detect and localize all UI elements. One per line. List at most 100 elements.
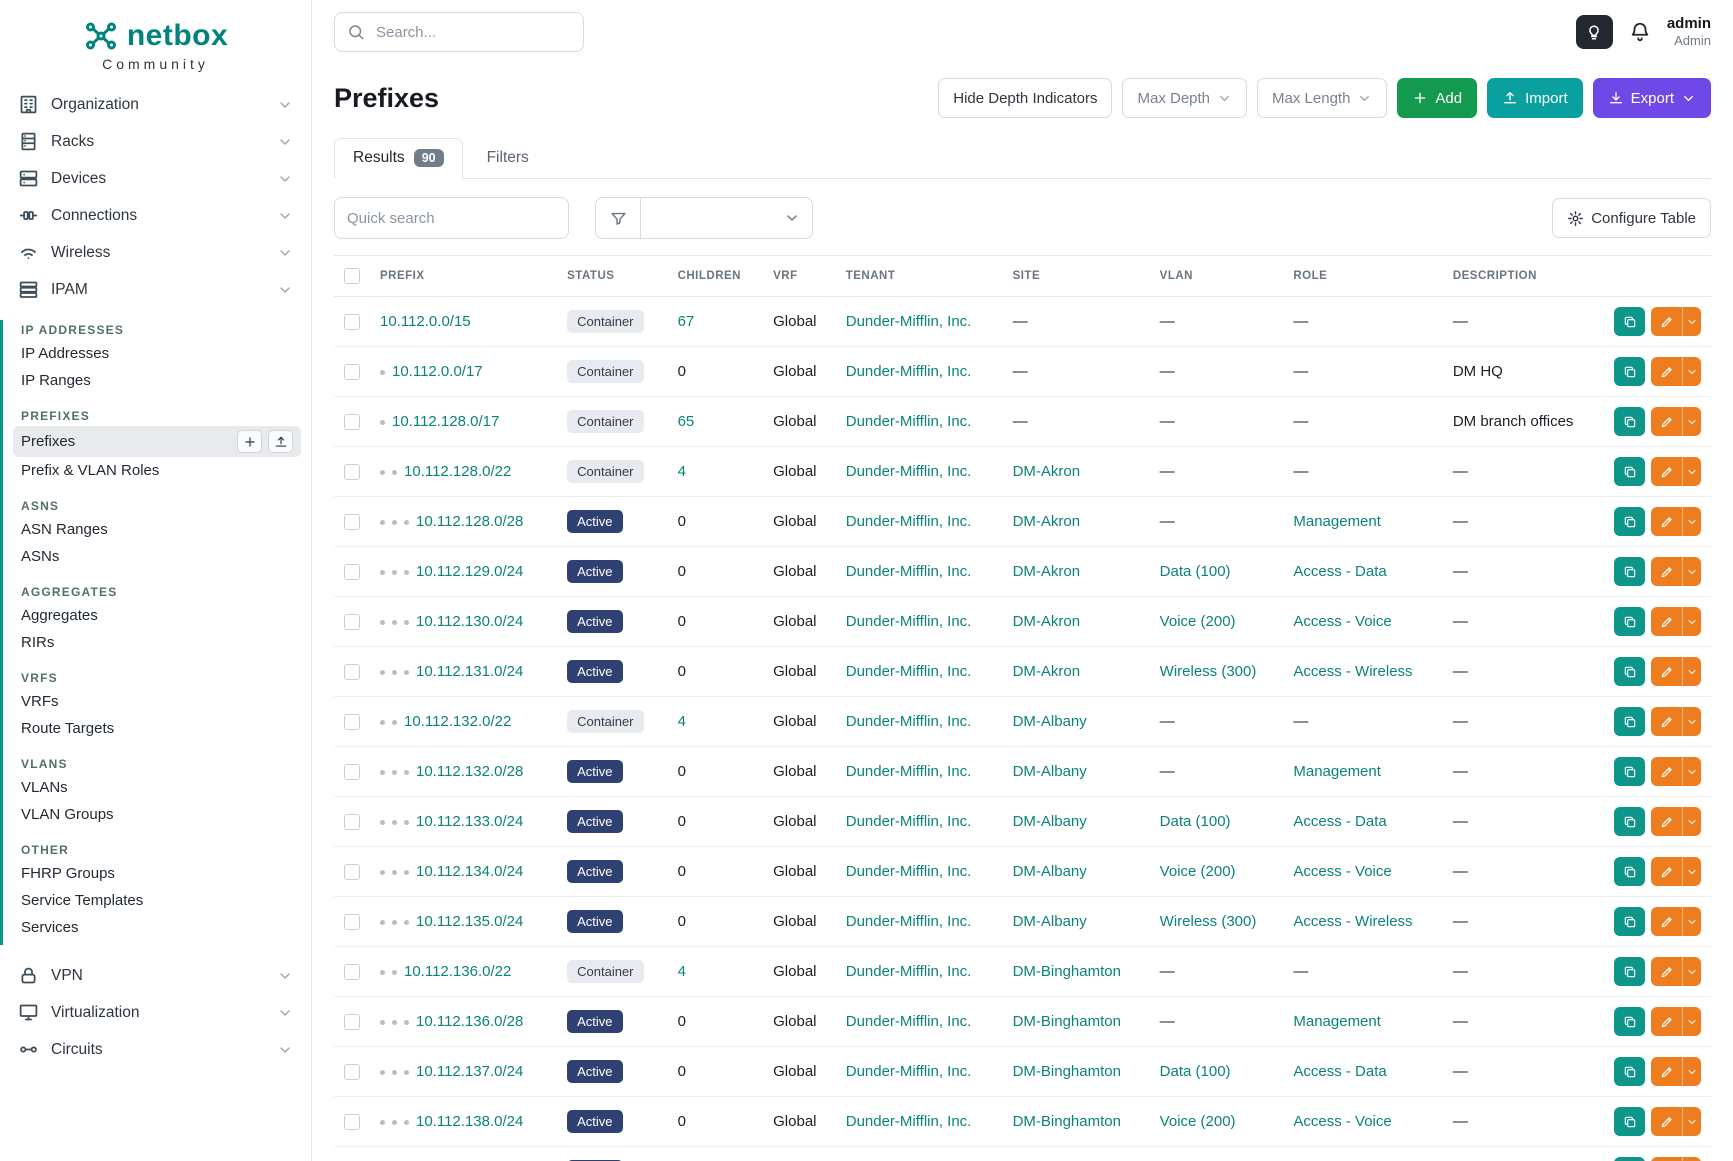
hide-depth-indicators-button[interactable]: Hide Depth Indicators: [938, 78, 1112, 118]
tenant-link[interactable]: Dunder-Mifflin, Inc.: [846, 863, 972, 880]
row-checkbox[interactable]: [344, 364, 360, 380]
edit-button[interactable]: [1651, 1007, 1682, 1036]
tenant-link[interactable]: Dunder-Mifflin, Inc.: [846, 563, 972, 580]
row-checkbox[interactable]: [344, 314, 360, 330]
role-link[interactable]: Access - Data: [1293, 563, 1386, 580]
vlan-link[interactable]: Data (100): [1160, 813, 1231, 830]
sidebar-item-vlan-groups[interactable]: VLAN Groups: [3, 801, 311, 828]
children-count[interactable]: 4: [678, 463, 686, 480]
sidebar-item-ipam[interactable]: IPAM: [0, 271, 311, 308]
row-checkbox[interactable]: [344, 964, 360, 980]
tab-filters[interactable]: Filters: [469, 138, 547, 178]
edit-button[interactable]: [1651, 857, 1682, 886]
copy-button[interactable]: [1614, 507, 1645, 536]
edit-dropdown-button[interactable]: [1682, 407, 1701, 436]
sidebar-item-racks[interactable]: Racks: [0, 123, 311, 160]
import-prefixes-button[interactable]: [268, 430, 293, 453]
select-all-checkbox[interactable]: [344, 268, 360, 284]
search-input[interactable]: [374, 23, 577, 42]
prefix-link[interactable]: 10.112.138.0/24: [416, 1113, 523, 1130]
column-header-description[interactable]: DESCRIPTION: [1443, 256, 1604, 297]
tenant-link[interactable]: Dunder-Mifflin, Inc.: [846, 913, 972, 930]
edit-dropdown-button[interactable]: [1682, 1107, 1701, 1136]
row-checkbox[interactable]: [344, 864, 360, 880]
sidebar-item-route-targets[interactable]: Route Targets: [3, 715, 311, 742]
edit-dropdown-button[interactable]: [1682, 1157, 1701, 1161]
row-checkbox[interactable]: [344, 1014, 360, 1030]
edit-button[interactable]: [1651, 307, 1682, 336]
edit-dropdown-button[interactable]: [1682, 757, 1701, 786]
filter-button[interactable]: [595, 197, 641, 239]
site-link[interactable]: DM-Albany: [1013, 763, 1087, 780]
row-checkbox[interactable]: [344, 664, 360, 680]
copy-button[interactable]: [1614, 857, 1645, 886]
column-header-vlan[interactable]: VLAN: [1150, 256, 1284, 297]
sidebar-item-wireless[interactable]: Wireless: [0, 234, 311, 271]
row-checkbox[interactable]: [344, 814, 360, 830]
sidebar-item-vpn[interactable]: VPN: [0, 957, 311, 994]
copy-button[interactable]: [1614, 557, 1645, 586]
prefix-link[interactable]: 10.112.133.0/24: [416, 813, 523, 830]
edit-dropdown-button[interactable]: [1682, 1057, 1701, 1086]
edit-dropdown-button[interactable]: [1682, 457, 1701, 486]
edit-button[interactable]: [1651, 1107, 1682, 1136]
tenant-link[interactable]: Dunder-Mifflin, Inc.: [846, 813, 972, 830]
vlan-link[interactable]: Data (100): [1160, 563, 1231, 580]
sidebar-item-connections[interactable]: Connections: [0, 197, 311, 234]
row-checkbox[interactable]: [344, 414, 360, 430]
tenant-link[interactable]: Dunder-Mifflin, Inc.: [846, 1063, 972, 1080]
site-link[interactable]: DM-Akron: [1013, 563, 1081, 580]
site-link[interactable]: DM-Akron: [1013, 613, 1081, 630]
copy-button[interactable]: [1614, 607, 1645, 636]
site-link[interactable]: DM-Albany: [1013, 863, 1087, 880]
edit-button[interactable]: [1651, 957, 1682, 986]
theme-toggle-button[interactable]: [1576, 15, 1613, 49]
edit-button[interactable]: [1651, 757, 1682, 786]
tenant-link[interactable]: Dunder-Mifflin, Inc.: [846, 313, 972, 330]
role-link[interactable]: Management: [1293, 1013, 1381, 1030]
site-link[interactable]: DM-Binghamton: [1013, 1063, 1121, 1080]
add-button[interactable]: Add: [1397, 78, 1477, 118]
edit-button[interactable]: [1651, 607, 1682, 636]
column-header-tenant[interactable]: TENANT: [836, 256, 1003, 297]
tenant-link[interactable]: Dunder-Mifflin, Inc.: [846, 963, 972, 980]
role-link[interactable]: Access - Voice: [1293, 1113, 1391, 1130]
edit-dropdown-button[interactable]: [1682, 557, 1701, 586]
copy-button[interactable]: [1614, 657, 1645, 686]
role-link[interactable]: Access - Data: [1293, 1063, 1386, 1080]
role-link[interactable]: Access - Voice: [1293, 613, 1391, 630]
children-count[interactable]: 4: [678, 713, 686, 730]
edit-dropdown-button[interactable]: [1682, 707, 1701, 736]
edit-button[interactable]: [1651, 1057, 1682, 1086]
role-link[interactable]: Access - Voice: [1293, 863, 1391, 880]
max-depth-dropdown[interactable]: Max Depth: [1122, 78, 1247, 118]
edit-dropdown-button[interactable]: [1682, 1007, 1701, 1036]
edit-dropdown-button[interactable]: [1682, 807, 1701, 836]
copy-button[interactable]: [1614, 1107, 1645, 1136]
prefix-link[interactable]: 10.112.132.0/28: [416, 763, 523, 780]
site-link[interactable]: DM-Akron: [1013, 513, 1081, 530]
site-link[interactable]: DM-Binghamton: [1013, 1113, 1121, 1130]
column-header-site[interactable]: SITE: [1003, 256, 1150, 297]
row-checkbox[interactable]: [344, 914, 360, 930]
row-checkbox[interactable]: [344, 464, 360, 480]
edit-button[interactable]: [1651, 1157, 1682, 1161]
sidebar-item-ip-ranges[interactable]: IP Ranges: [3, 367, 311, 394]
tenant-link[interactable]: Dunder-Mifflin, Inc.: [846, 763, 972, 780]
sidebar-item-vlans[interactable]: VLANs: [3, 774, 311, 801]
edit-button[interactable]: [1651, 907, 1682, 936]
copy-button[interactable]: [1614, 757, 1645, 786]
tenant-link[interactable]: Dunder-Mifflin, Inc.: [846, 1113, 972, 1130]
row-checkbox[interactable]: [344, 564, 360, 580]
role-link[interactable]: Access - Wireless: [1293, 913, 1412, 930]
quick-search-input[interactable]: [334, 197, 569, 239]
edit-button[interactable]: [1651, 657, 1682, 686]
copy-button[interactable]: [1614, 957, 1645, 986]
column-header-vrf[interactable]: VRF: [763, 256, 836, 297]
copy-button[interactable]: [1614, 457, 1645, 486]
prefix-link[interactable]: 10.112.130.0/24: [416, 613, 523, 630]
role-link[interactable]: Access - Data: [1293, 813, 1386, 830]
tenant-link[interactable]: Dunder-Mifflin, Inc.: [846, 413, 972, 430]
import-button[interactable]: Import: [1487, 78, 1583, 118]
prefix-link[interactable]: 10.112.129.0/24: [416, 563, 523, 580]
